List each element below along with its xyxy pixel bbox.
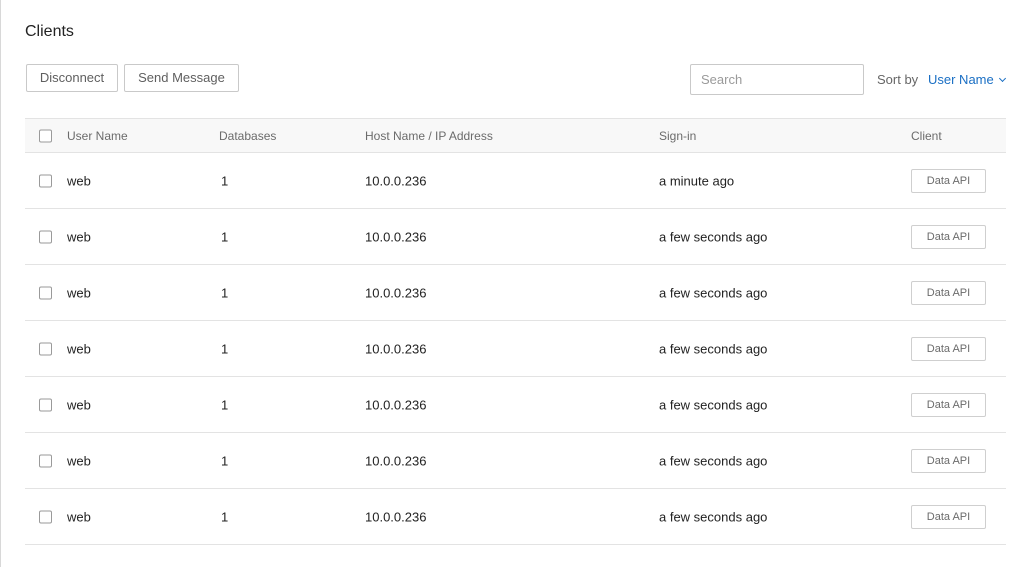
row-user-name: web — [67, 285, 91, 300]
row-user-name: web — [67, 173, 91, 188]
row-checkbox[interactable] — [39, 342, 52, 355]
row-client-cell: Data API — [911, 336, 986, 361]
column-header-user-name[interactable]: User Name — [67, 129, 128, 143]
table-row[interactable]: web 1 10.0.0.236 a minute ago Data API — [25, 153, 1006, 209]
row-databases: 1 — [221, 173, 229, 188]
row-select-cell — [39, 174, 52, 187]
row-host: 10.0.0.236 — [365, 509, 427, 524]
client-badge: Data API — [911, 504, 986, 529]
table-row[interactable]: web 1 10.0.0.236 a few seconds ago Data … — [25, 377, 1006, 433]
row-user-name: web — [67, 229, 91, 244]
row-user-name: web — [67, 509, 91, 524]
select-all-checkbox[interactable] — [39, 129, 52, 142]
row-checkbox[interactable] — [39, 454, 52, 467]
row-sign-in: a few seconds ago — [659, 397, 768, 412]
row-checkbox[interactable] — [39, 286, 52, 299]
row-databases: 1 — [221, 341, 229, 356]
row-host: 10.0.0.236 — [365, 397, 427, 412]
disconnect-button[interactable]: Disconnect — [26, 64, 118, 92]
sort-value: User Name — [928, 72, 994, 87]
row-databases: 1 — [221, 397, 229, 412]
row-checkbox[interactable] — [39, 398, 52, 411]
row-sign-in: a minute ago — [659, 173, 735, 188]
row-user-name: web — [67, 341, 91, 356]
table-row[interactable]: web 1 10.0.0.236 a few seconds ago Data … — [25, 321, 1006, 377]
row-host: 10.0.0.236 — [365, 173, 427, 188]
row-checkbox[interactable] — [39, 174, 52, 187]
send-message-button[interactable]: Send Message — [124, 64, 239, 92]
row-databases: 1 — [221, 509, 229, 524]
row-checkbox[interactable] — [39, 230, 52, 243]
sort-dropdown[interactable]: User Name — [928, 72, 1006, 87]
row-client-cell: Data API — [911, 224, 986, 249]
chevron-down-icon — [998, 74, 1006, 83]
select-all-cell — [39, 129, 52, 142]
table-header: User Name Databases Host Name / IP Addre… — [25, 118, 1006, 153]
column-header-client[interactable]: Client — [911, 129, 942, 143]
row-databases: 1 — [221, 285, 229, 300]
clients-table: User Name Databases Host Name / IP Addre… — [25, 118, 1006, 545]
row-host: 10.0.0.236 — [365, 453, 427, 468]
row-select-cell — [39, 454, 52, 467]
row-client-cell: Data API — [911, 504, 986, 529]
column-header-databases[interactable]: Databases — [219, 129, 276, 143]
row-select-cell — [39, 342, 52, 355]
search-input[interactable] — [690, 64, 864, 95]
clients-page: Clients Disconnect Send Message Sort by … — [0, 0, 1033, 567]
row-databases: 1 — [221, 229, 229, 244]
client-badge: Data API — [911, 168, 986, 193]
client-badge: Data API — [911, 224, 986, 249]
row-client-cell: Data API — [911, 448, 986, 473]
row-checkbox[interactable] — [39, 510, 52, 523]
row-select-cell — [39, 510, 52, 523]
row-databases: 1 — [221, 453, 229, 468]
row-sign-in: a few seconds ago — [659, 453, 768, 468]
client-badge: Data API — [911, 280, 986, 305]
table-row[interactable]: web 1 10.0.0.236 a few seconds ago Data … — [25, 265, 1006, 321]
client-badge: Data API — [911, 448, 986, 473]
row-user-name: web — [67, 453, 91, 468]
row-select-cell — [39, 230, 52, 243]
row-client-cell: Data API — [911, 168, 986, 193]
row-select-cell — [39, 398, 52, 411]
client-badge: Data API — [911, 392, 986, 417]
table-body: web 1 10.0.0.236 a minute ago Data API w… — [25, 153, 1006, 545]
page-title: Clients — [25, 23, 74, 40]
table-row[interactable]: web 1 10.0.0.236 a few seconds ago Data … — [25, 433, 1006, 489]
row-client-cell: Data API — [911, 280, 986, 305]
row-client-cell: Data API — [911, 392, 986, 417]
column-header-sign-in[interactable]: Sign-in — [659, 129, 696, 143]
row-user-name: web — [67, 397, 91, 412]
left-divider — [0, 0, 1, 567]
row-sign-in: a few seconds ago — [659, 509, 768, 524]
row-sign-in: a few seconds ago — [659, 285, 768, 300]
row-host: 10.0.0.236 — [365, 229, 427, 244]
table-row[interactable]: web 1 10.0.0.236 a few seconds ago Data … — [25, 209, 1006, 265]
row-select-cell — [39, 286, 52, 299]
row-host: 10.0.0.236 — [365, 285, 427, 300]
row-sign-in: a few seconds ago — [659, 341, 768, 356]
client-badge: Data API — [911, 336, 986, 361]
row-sign-in: a few seconds ago — [659, 229, 768, 244]
table-row[interactable]: web 1 10.0.0.236 a few seconds ago Data … — [25, 489, 1006, 545]
sort-label: Sort by — [877, 72, 919, 87]
row-host: 10.0.0.236 — [365, 341, 427, 356]
column-header-host[interactable]: Host Name / IP Address — [365, 129, 493, 143]
